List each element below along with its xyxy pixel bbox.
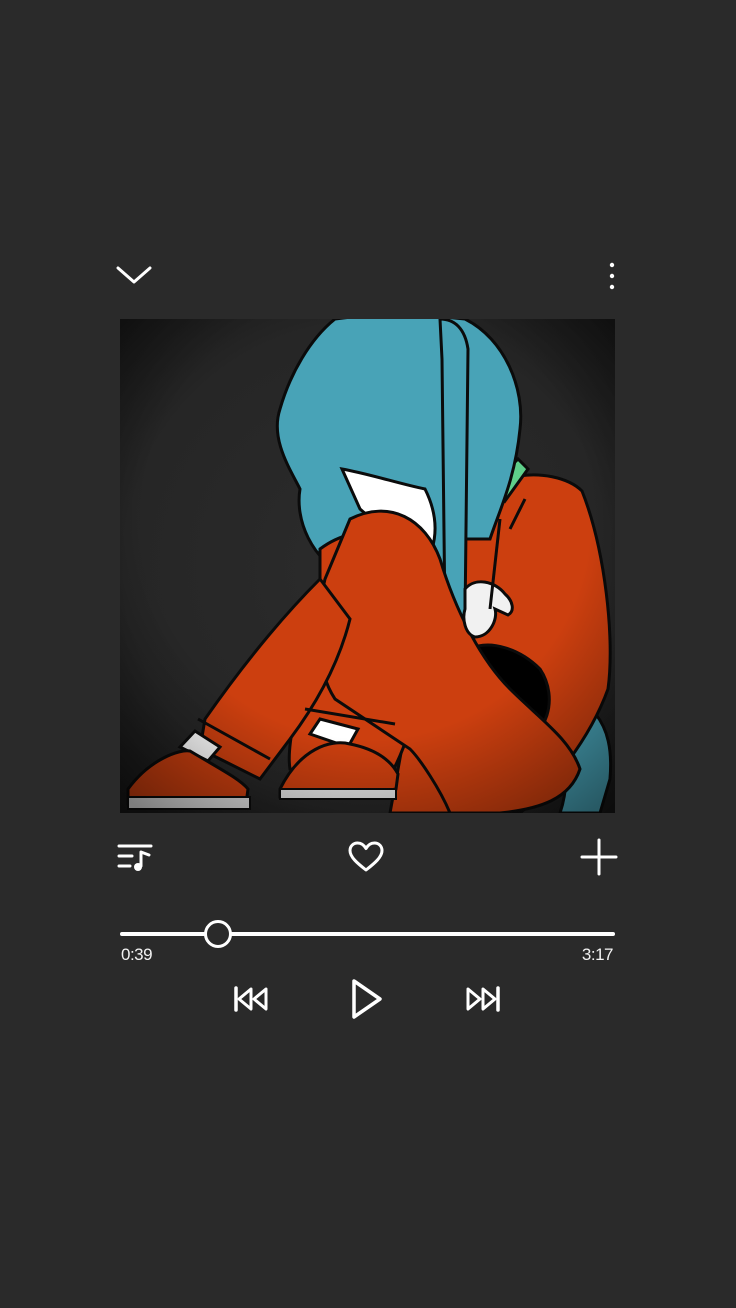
total-duration: 3:17 xyxy=(581,945,614,964)
collapse-button[interactable] xyxy=(112,256,156,294)
add-to-playlist-button[interactable] xyxy=(577,834,621,880)
skip-previous-icon xyxy=(234,986,268,1012)
queue-button[interactable] xyxy=(112,836,158,878)
next-track-button[interactable] xyxy=(460,978,506,1020)
album-art-illustration xyxy=(120,319,615,813)
play-button[interactable] xyxy=(342,972,390,1026)
queue-music-icon xyxy=(117,844,153,871)
more-options-button[interactable] xyxy=(598,258,626,294)
play-icon xyxy=(352,979,382,1019)
plus-icon xyxy=(580,838,618,876)
heart-icon xyxy=(348,841,384,872)
progress-bar[interactable] xyxy=(120,920,615,948)
more-vertical-icon xyxy=(609,262,615,290)
elapsed-time: 0:39 xyxy=(121,945,153,964)
chevron-down-icon xyxy=(116,266,152,284)
skip-next-icon xyxy=(466,986,500,1012)
previous-track-button[interactable] xyxy=(228,978,274,1020)
album-art xyxy=(120,319,615,813)
like-button[interactable] xyxy=(344,836,388,878)
progress-thumb[interactable] xyxy=(204,920,232,948)
